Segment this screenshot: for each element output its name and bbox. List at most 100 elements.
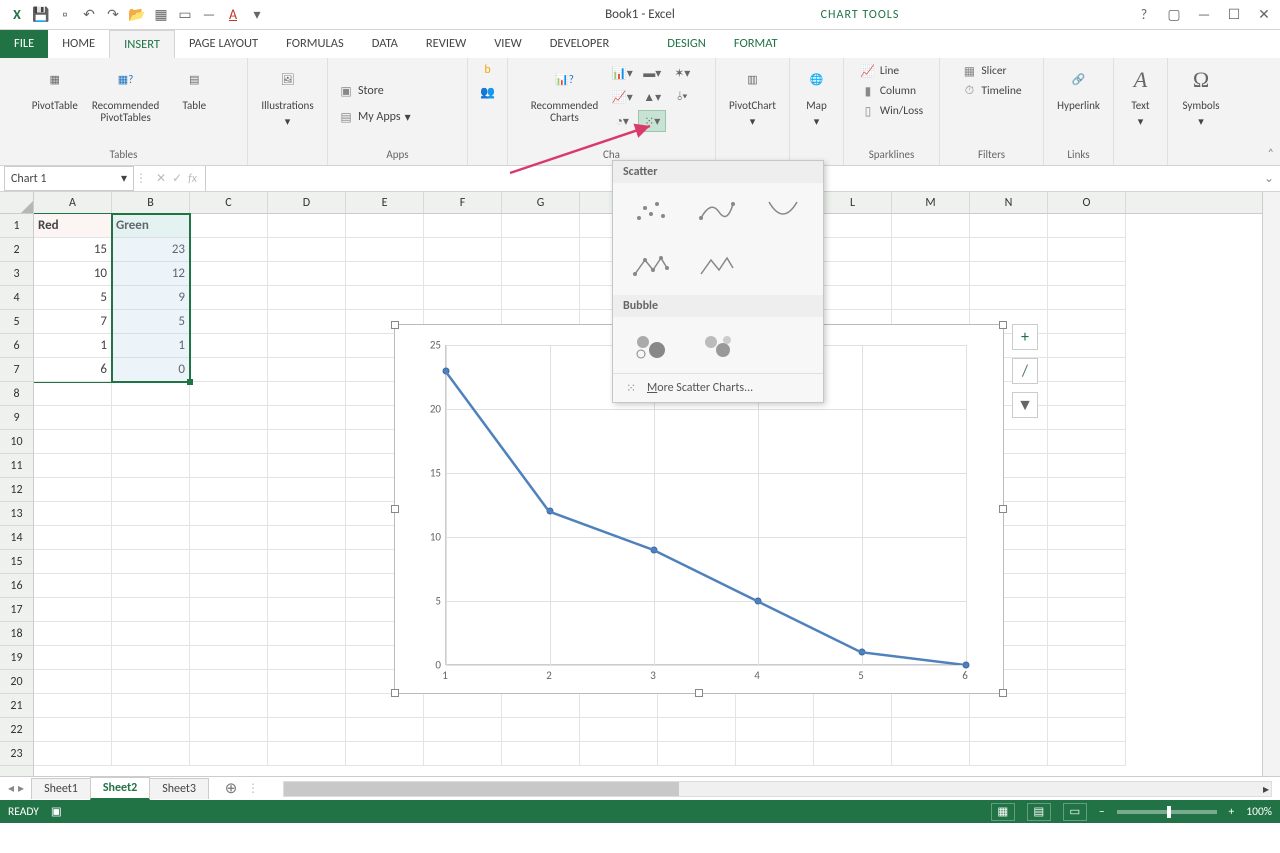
expand-formula-bar-icon[interactable]: ⌄ bbox=[1258, 171, 1280, 186]
scatter-smooth-markers-icon[interactable] bbox=[693, 191, 741, 231]
cell[interactable] bbox=[268, 598, 346, 622]
cell[interactable] bbox=[892, 718, 970, 742]
rowhdr-13[interactable]: 13 bbox=[0, 502, 33, 526]
bubble-2d-icon[interactable] bbox=[627, 325, 675, 365]
cell[interactable] bbox=[190, 358, 268, 382]
vertical-scrollbar[interactable] bbox=[1262, 192, 1280, 776]
cell[interactable] bbox=[346, 742, 424, 766]
colhdr-C[interactable]: C bbox=[190, 192, 268, 213]
cell[interactable] bbox=[1048, 406, 1126, 430]
sheet-tab-3[interactable]: Sheet3 bbox=[149, 778, 209, 799]
cell[interactable] bbox=[580, 742, 658, 766]
cell[interactable] bbox=[814, 214, 892, 238]
cell[interactable] bbox=[658, 718, 736, 742]
cell[interactable]: 23 bbox=[112, 238, 190, 262]
cell[interactable] bbox=[970, 694, 1048, 718]
area-chart-icon[interactable]: ▲▾ bbox=[638, 86, 666, 108]
rowhdr-7[interactable]: 7 bbox=[0, 358, 33, 382]
cell[interactable] bbox=[1048, 454, 1126, 478]
view-normal-icon[interactable]: ▦ bbox=[991, 803, 1015, 821]
cell[interactable] bbox=[268, 310, 346, 334]
column-chart-icon[interactable]: 📊▾ bbox=[608, 62, 636, 84]
cell[interactable] bbox=[112, 670, 190, 694]
cell[interactable]: 1 bbox=[112, 334, 190, 358]
cell[interactable]: 9 bbox=[112, 286, 190, 310]
scatter-lines-markers-icon[interactable] bbox=[627, 247, 675, 287]
zoom-out-icon[interactable]: − bbox=[1099, 805, 1105, 819]
line-icon[interactable]: — bbox=[198, 4, 220, 26]
cell[interactable] bbox=[892, 286, 970, 310]
cell[interactable] bbox=[268, 238, 346, 262]
cell[interactable] bbox=[190, 694, 268, 718]
rowhdr-17[interactable]: 17 bbox=[0, 598, 33, 622]
cell[interactable] bbox=[190, 622, 268, 646]
macro-record-icon[interactable]: ▣ bbox=[51, 804, 62, 819]
spark-winloss-button[interactable]: ▯Win/Loss bbox=[858, 102, 925, 120]
cell[interactable] bbox=[112, 526, 190, 550]
cell[interactable] bbox=[190, 646, 268, 670]
resize-handle-se[interactable] bbox=[999, 689, 1007, 697]
text-button[interactable]: A Text▾ bbox=[1116, 62, 1166, 130]
map-button[interactable]: 🌐 Map▾ bbox=[792, 62, 842, 130]
colhdr-G[interactable]: G bbox=[502, 192, 580, 213]
data-point[interactable] bbox=[651, 546, 658, 553]
rowhdr-1[interactable]: 1 bbox=[0, 214, 33, 238]
cell[interactable] bbox=[190, 526, 268, 550]
colhdr-N[interactable]: N bbox=[970, 192, 1048, 213]
cell[interactable] bbox=[892, 238, 970, 262]
cell[interactable] bbox=[424, 718, 502, 742]
cell[interactable] bbox=[34, 454, 112, 478]
cell[interactable] bbox=[268, 718, 346, 742]
cell[interactable] bbox=[1048, 718, 1126, 742]
cell[interactable] bbox=[892, 262, 970, 286]
rowhdr-5[interactable]: 5 bbox=[0, 310, 33, 334]
cell[interactable] bbox=[580, 718, 658, 742]
cell[interactable] bbox=[112, 742, 190, 766]
cell[interactable] bbox=[34, 718, 112, 742]
cell[interactable] bbox=[970, 262, 1048, 286]
cell[interactable] bbox=[190, 262, 268, 286]
select-all-corner[interactable] bbox=[0, 192, 33, 214]
cell[interactable] bbox=[814, 238, 892, 262]
tab-page-layout[interactable]: PAGE LAYOUT bbox=[175, 30, 272, 58]
cell[interactable] bbox=[34, 670, 112, 694]
cell[interactable] bbox=[34, 622, 112, 646]
selection-handle[interactable] bbox=[187, 379, 193, 385]
cell[interactable] bbox=[970, 286, 1048, 310]
more-scatter-charts-button[interactable]: ⁙ More Scatter Charts... bbox=[613, 373, 823, 402]
spark-column-button[interactable]: ▮Column bbox=[858, 82, 925, 100]
rowhdr-11[interactable]: 11 bbox=[0, 454, 33, 478]
cell[interactable] bbox=[502, 742, 580, 766]
cell[interactable] bbox=[112, 406, 190, 430]
add-sheet-button[interactable]: ⊕ bbox=[219, 778, 243, 799]
cell[interactable] bbox=[268, 334, 346, 358]
rowhdr-6[interactable]: 6 bbox=[0, 334, 33, 358]
cell[interactable] bbox=[34, 694, 112, 718]
cell[interactable] bbox=[34, 574, 112, 598]
colhdr-E[interactable]: E bbox=[346, 192, 424, 213]
table-button[interactable]: ▤ Table bbox=[169, 62, 219, 114]
line-chart-icon[interactable]: 📈▾ bbox=[608, 86, 636, 108]
zoom-in-icon[interactable]: + bbox=[1229, 805, 1235, 819]
recommended-charts-button[interactable]: 📊? Recommended Charts bbox=[527, 62, 602, 126]
cell[interactable] bbox=[34, 502, 112, 526]
cell[interactable] bbox=[112, 550, 190, 574]
stock-chart-icon[interactable]: ✶▾ bbox=[668, 62, 696, 84]
chart-style-button[interactable]: / bbox=[1012, 358, 1038, 384]
rowhdr-15[interactable]: 15 bbox=[0, 550, 33, 574]
cell[interactable] bbox=[268, 406, 346, 430]
cell[interactable] bbox=[892, 694, 970, 718]
slicer-button[interactable]: ▦Slicer bbox=[959, 62, 1023, 80]
view-page-layout-icon[interactable]: ▤ bbox=[1027, 803, 1051, 821]
cell[interactable] bbox=[112, 694, 190, 718]
colhdr-B[interactable]: B bbox=[112, 192, 190, 213]
cell[interactable]: 12 bbox=[112, 262, 190, 286]
cell[interactable]: 7 bbox=[34, 310, 112, 334]
tab-formulas[interactable]: FORMULAS bbox=[272, 30, 358, 58]
cell[interactable] bbox=[268, 526, 346, 550]
cell[interactable] bbox=[502, 718, 580, 742]
cell[interactable] bbox=[970, 214, 1048, 238]
data-point[interactable] bbox=[755, 598, 762, 605]
cell[interactable] bbox=[1048, 646, 1126, 670]
horizontal-scrollbar[interactable]: ◂▸ bbox=[283, 781, 1272, 797]
